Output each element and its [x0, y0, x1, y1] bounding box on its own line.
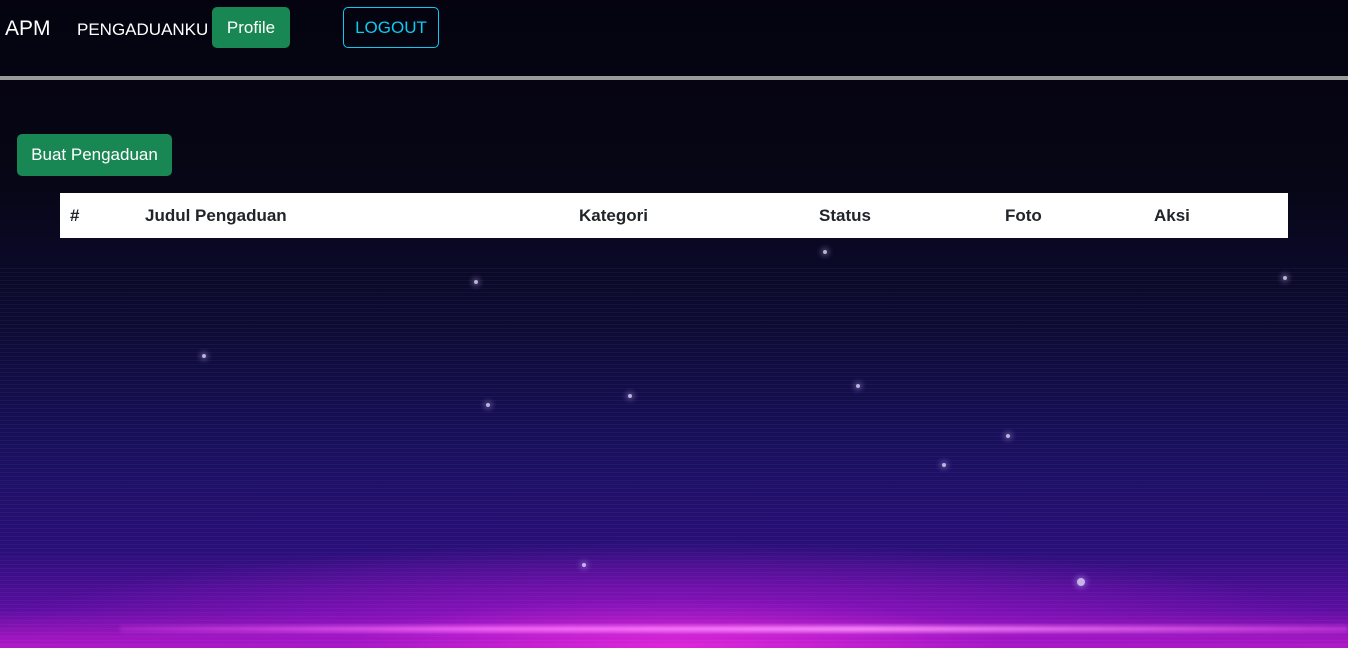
- column-header-photo: Foto: [1005, 206, 1042, 225]
- complaints-table: # Judul Pengaduan Kategori Status Foto A…: [60, 193, 1288, 238]
- background-glow: [120, 626, 1348, 632]
- background-star: [628, 394, 632, 398]
- divider: [0, 76, 1348, 80]
- background-image: [0, 0, 1348, 648]
- navbar: APM PENGADUANKU Profile LOGOUT: [0, 0, 1348, 77]
- column-header-action: Aksi: [1154, 206, 1190, 225]
- brand-logo[interactable]: APM: [5, 17, 51, 41]
- background-star: [856, 384, 860, 388]
- background-star: [486, 403, 490, 407]
- column-header-number: #: [70, 206, 80, 225]
- create-complaint-button[interactable]: Buat Pengaduan: [17, 134, 172, 176]
- background-star: [823, 250, 827, 254]
- column-header-category: Kategori: [579, 206, 648, 225]
- background-star: [202, 354, 206, 358]
- background-star: [1077, 578, 1085, 586]
- column-header-status: Status: [819, 206, 871, 225]
- column-header-title: Judul Pengaduan: [145, 206, 287, 225]
- background-star: [1283, 276, 1287, 280]
- nav-link-pengaduanku[interactable]: PENGADUANKU: [77, 20, 208, 40]
- background-star: [942, 463, 946, 467]
- profile-button[interactable]: Profile: [212, 7, 290, 48]
- background-star: [582, 563, 586, 567]
- logout-button[interactable]: LOGOUT: [343, 7, 439, 48]
- background-star: [474, 280, 478, 284]
- background-star: [1006, 434, 1010, 438]
